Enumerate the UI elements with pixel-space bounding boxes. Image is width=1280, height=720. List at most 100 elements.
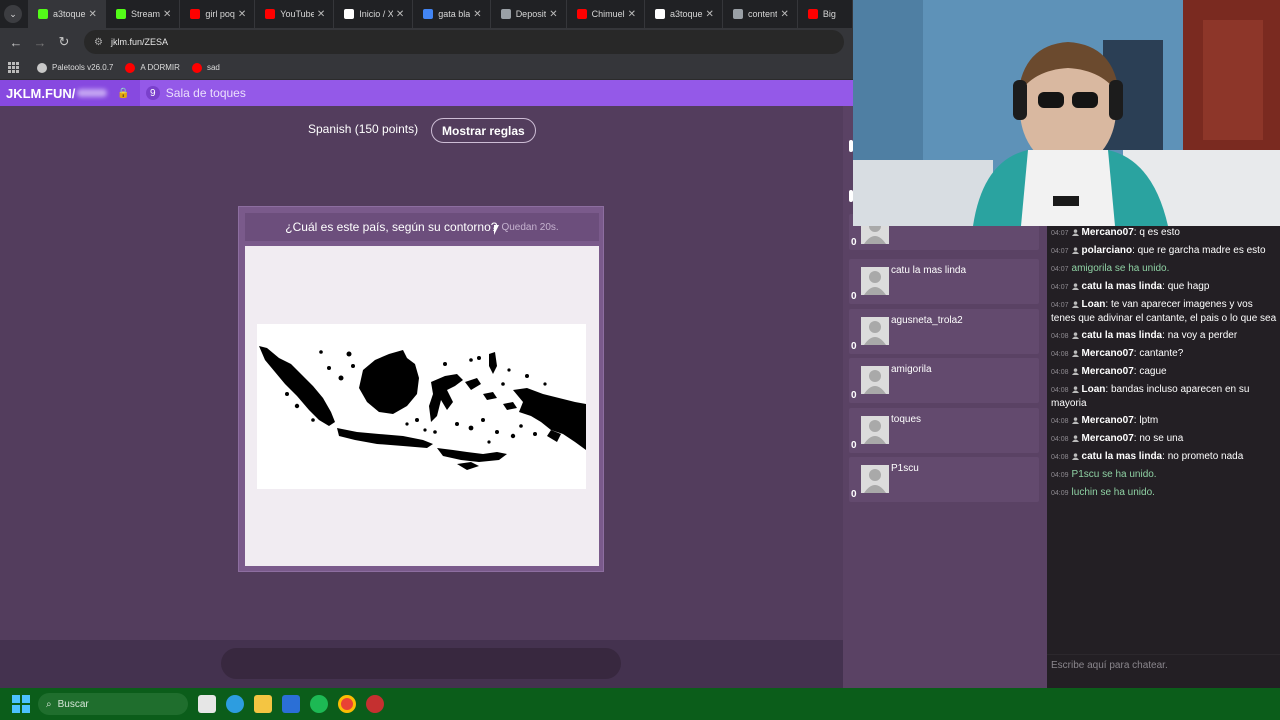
show-rules-button[interactable]: Mostrar reglas bbox=[431, 118, 536, 143]
user-icon bbox=[1071, 229, 1079, 236]
question-card: ¿Cuál es este país, según su contorno? Q… bbox=[238, 206, 604, 572]
spotify-icon[interactable] bbox=[310, 695, 328, 713]
bookmark-label: sad bbox=[206, 63, 220, 72]
chat-message: 04:07 Mercano07: q es esto bbox=[1051, 226, 1277, 240]
globe-icon bbox=[732, 9, 743, 19]
question-text: ¿Cuál es este país, según su contorno? bbox=[285, 220, 498, 234]
back-arrow-icon[interactable]: ← bbox=[4, 35, 28, 50]
chat-username[interactable]: Mercano07 bbox=[1082, 227, 1134, 238]
bookmark-item[interactable]: Paletools v26.0.7 bbox=[37, 62, 113, 73]
player-card[interactable]: P1scu 0 bbox=[849, 457, 1039, 502]
chat-username[interactable]: catu la mas linda bbox=[1082, 330, 1163, 341]
youtube-icon bbox=[576, 9, 587, 19]
close-tab-icon[interactable]: ✕ bbox=[549, 9, 557, 20]
chat-username[interactable]: Mercano07 bbox=[1082, 415, 1134, 426]
answer-input[interactable] bbox=[221, 648, 621, 679]
forward-arrow-icon[interactable]: → bbox=[28, 35, 52, 50]
close-tab-icon[interactable]: ✕ bbox=[163, 9, 171, 20]
streamer-webcam bbox=[853, 0, 1280, 226]
chat-message: 04:08 Mercano07: cague bbox=[1051, 365, 1277, 379]
chat-input[interactable]: Escribe aquí para chatear. bbox=[1047, 654, 1280, 676]
task-view-icon[interactable] bbox=[198, 695, 216, 713]
file-explorer-icon[interactable] bbox=[254, 695, 272, 713]
chat-timestamp: 04:09 bbox=[1051, 490, 1069, 497]
question-header: ¿Cuál es este país, según su contorno? Q… bbox=[245, 213, 599, 241]
player-card[interactable]: agusneta_trola2 0 bbox=[849, 308, 1039, 354]
room-player-count: 9 bbox=[145, 86, 160, 100]
browser-tab[interactable]: a3toque ✕ bbox=[645, 0, 723, 28]
globe-icon bbox=[500, 9, 511, 19]
chat-timestamp: 04:07 bbox=[1051, 302, 1069, 309]
chat-username[interactable]: catu la mas linda bbox=[1082, 281, 1163, 292]
reload-icon[interactable]: ↻ bbox=[52, 34, 76, 50]
globe-icon bbox=[37, 62, 47, 73]
browser-tab[interactable]: Stream ✕ bbox=[106, 0, 181, 28]
browser-tab[interactable]: Big bbox=[798, 0, 853, 28]
chat-timestamp: 04:09 bbox=[1051, 472, 1069, 479]
avatar-icon bbox=[861, 316, 889, 345]
chat-text: que re garcha madre es esto bbox=[1137, 245, 1266, 256]
browser-tab[interactable]: YouTube ✕ bbox=[255, 0, 335, 28]
close-tab-icon[interactable]: ✕ bbox=[628, 9, 636, 20]
app-icon[interactable] bbox=[366, 695, 384, 713]
chat-username[interactable]: Mercano07 bbox=[1082, 433, 1134, 444]
apps-grid-icon[interactable] bbox=[8, 62, 19, 73]
bookmarks-bar: Paletools v26.0.7 A DORMIR sad bbox=[0, 56, 853, 80]
chat-timestamp: 04:07 bbox=[1051, 248, 1069, 255]
user-icon bbox=[1071, 368, 1079, 375]
close-tab-icon[interactable]: ✕ bbox=[706, 9, 714, 20]
browser-tab-bar: ⌄ a3toque ✕ Stream ✕ girl poq ✕ YouTube ✕ Inicio… bbox=[0, 0, 853, 28]
browser-tab[interactable]: a3toque ✕ bbox=[28, 0, 106, 28]
chat-message: 04:07 catu la mas linda: que hagp bbox=[1051, 280, 1277, 294]
site-logo[interactable]: JKLM.FUN/ 🔒 bbox=[0, 80, 140, 106]
browser-tab[interactable]: girl poq ✕ bbox=[180, 0, 256, 28]
chat-username[interactable]: catu la mas linda bbox=[1082, 451, 1163, 462]
store-icon[interactable] bbox=[282, 695, 300, 713]
site-info-icon[interactable]: ⚙ bbox=[94, 37, 103, 48]
chat-username[interactable]: Mercano07 bbox=[1082, 366, 1134, 377]
tab-title: content bbox=[747, 9, 778, 19]
url-field[interactable]: ⚙ jklm.fun/ZESA bbox=[84, 30, 844, 54]
chat-text: na voy a perder bbox=[1167, 330, 1238, 341]
tiktok-icon bbox=[655, 9, 665, 19]
question-image-frame bbox=[245, 246, 599, 566]
bookmark-item[interactable]: sad bbox=[191, 62, 220, 73]
browser-tab[interactable]: Chimuel ✕ bbox=[567, 0, 645, 28]
tab-search-chevron-icon[interactable]: ⌄ bbox=[4, 5, 22, 23]
player-card[interactable]: catu la mas linda 0 bbox=[849, 259, 1039, 304]
avatar-icon bbox=[861, 465, 889, 493]
browser-tab[interactable]: content ✕ bbox=[723, 0, 798, 28]
chat-timestamp: 04:08 bbox=[1051, 436, 1069, 443]
close-tab-icon[interactable]: ✕ bbox=[473, 9, 481, 20]
timer-text: Quedan 20s. bbox=[501, 221, 559, 233]
chat-timestamp: 04:07 bbox=[1051, 284, 1069, 291]
bookmark-item[interactable]: A DORMIR bbox=[125, 62, 180, 73]
player-card[interactable]: toques 0 bbox=[849, 407, 1039, 453]
chrome-icon[interactable] bbox=[338, 695, 356, 713]
browser-tab[interactable]: gata bla ✕ bbox=[413, 0, 491, 28]
player-score: 0 bbox=[851, 340, 857, 352]
close-tab-icon[interactable]: ✕ bbox=[89, 9, 97, 20]
windows-start-icon[interactable] bbox=[12, 695, 30, 713]
player-score: 0 bbox=[851, 489, 857, 500]
close-tab-icon[interactable]: ✕ bbox=[238, 9, 246, 20]
chat-username[interactable]: polarciano bbox=[1082, 245, 1133, 256]
taskbar-search[interactable]: ⌕ Buscar bbox=[38, 693, 188, 715]
close-tab-icon[interactable]: ✕ bbox=[396, 9, 404, 20]
player-score: 0 bbox=[851, 237, 857, 248]
chat-timestamp: 04:08 bbox=[1051, 387, 1069, 394]
browser-tab[interactable]: Deposit ✕ bbox=[491, 0, 567, 28]
player-name: agusneta_trola2 bbox=[891, 314, 963, 326]
chat-message: 04:08 catu la mas linda: no prometo nada bbox=[1051, 450, 1277, 464]
close-tab-icon[interactable]: ✕ bbox=[317, 9, 325, 20]
chat-username[interactable]: Mercano07 bbox=[1082, 348, 1134, 359]
player-card[interactable]: amigorila 0 bbox=[849, 358, 1039, 403]
chat-username[interactable]: Loan bbox=[1082, 299, 1106, 310]
chat-username[interactable]: Loan bbox=[1082, 384, 1106, 395]
game-area: Spanish (150 points) Mostrar reglas ¿Cuá… bbox=[0, 106, 843, 640]
bookmark-label: A DORMIR bbox=[140, 63, 180, 72]
close-tab-icon[interactable]: ✕ bbox=[780, 9, 788, 20]
chat-message: 04:07 amigorila se ha unido. bbox=[1051, 262, 1277, 276]
browser-tab[interactable]: Inicio / X ✕ bbox=[334, 0, 414, 28]
edge-icon[interactable] bbox=[226, 695, 244, 713]
